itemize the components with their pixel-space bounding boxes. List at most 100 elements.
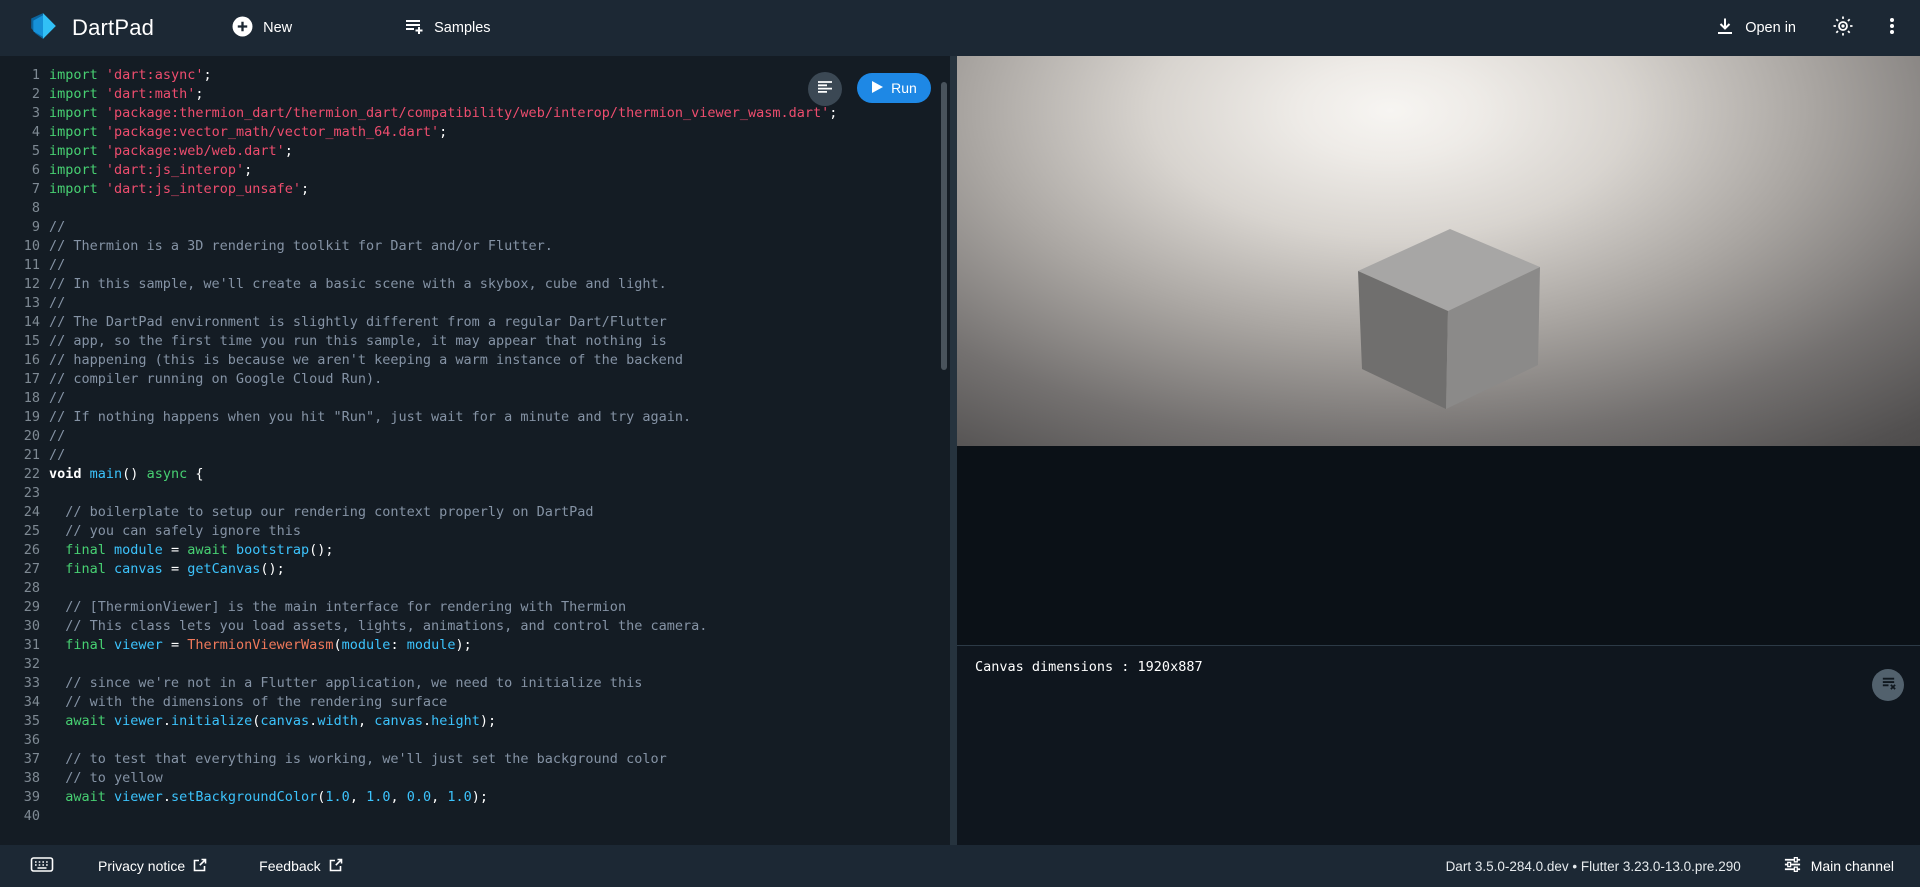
top-bar-right: Open in — [1715, 15, 1902, 42]
line-number: 31 — [0, 636, 40, 655]
line-number: 13 — [0, 294, 40, 313]
code-text: // app, so the first time you run this s… — [49, 332, 667, 351]
bottom-bar-right: Dart 3.5.0-284.0.dev • Flutter 3.23.0-13… — [1446, 855, 1894, 877]
bottom-bar: Privacy notice Feedback Dart 3.5.0-284.0… — [0, 845, 1920, 887]
line-number: 19 — [0, 408, 40, 427]
code-text: // — [49, 218, 65, 237]
channel-label: Main channel — [1811, 858, 1894, 874]
line-number: 7 — [0, 180, 40, 199]
code-text: // boilerplate to setup our rendering co… — [49, 503, 594, 522]
line-number: 9 — [0, 218, 40, 237]
line-number: 1 — [0, 66, 40, 85]
line-number: 29 — [0, 598, 40, 617]
code-text: // to yellow — [49, 769, 163, 788]
code-line: 12// In this sample, we'll create a basi… — [0, 275, 950, 294]
code-line: 30 // This class lets you load assets, l… — [0, 617, 950, 636]
line-number: 37 — [0, 750, 40, 769]
line-number: 23 — [0, 484, 40, 503]
line-number: 24 — [0, 503, 40, 522]
brand: DartPad — [28, 11, 154, 46]
version-text: Dart 3.5.0-284.0.dev • Flutter 3.23.0-13… — [1446, 859, 1741, 874]
overflow-menu-button[interactable] — [1882, 16, 1902, 41]
code-text: void main() async { — [49, 465, 203, 484]
format-align-icon — [816, 78, 834, 101]
line-number: 11 — [0, 256, 40, 275]
line-number: 17 — [0, 370, 40, 389]
line-number: 30 — [0, 617, 40, 636]
code-editor[interactable]: 1import 'dart:async';2import 'dart:math'… — [0, 56, 950, 845]
code-line: 38 // to yellow — [0, 769, 950, 788]
line-number: 32 — [0, 655, 40, 674]
code-line: 23 — [0, 484, 950, 503]
channel-selector-button[interactable]: Main channel — [1783, 855, 1894, 877]
line-number: 20 — [0, 427, 40, 446]
pane-splitter[interactable] — [950, 56, 957, 845]
code-line: 27 final canvas = getCanvas(); — [0, 560, 950, 579]
new-label: New — [263, 20, 292, 36]
code-text: final module = await bootstrap(); — [49, 541, 334, 560]
format-button[interactable] — [808, 72, 842, 106]
code-text: // Thermion is a 3D rendering toolkit fo… — [49, 237, 553, 256]
overflow-dots-icon — [1882, 16, 1902, 41]
line-number: 10 — [0, 237, 40, 256]
run-button[interactable]: Run — [857, 73, 931, 103]
code-line: 22void main() async { — [0, 465, 950, 484]
code-text: final canvas = getCanvas(); — [49, 560, 285, 579]
code-text: // The DartPad environment is slightly d… — [49, 313, 667, 332]
code-line: 24 // boilerplate to setup our rendering… — [0, 503, 950, 522]
output-panel: Canvas dimensions : 1920x887 — [957, 56, 1920, 845]
code-text: // since we're not in a Flutter applicat… — [49, 674, 642, 693]
code-line: 28 — [0, 579, 950, 598]
app-title: DartPad — [72, 15, 154, 41]
line-number: 21 — [0, 446, 40, 465]
code-line: 34 // with the dimensions of the renderi… — [0, 693, 950, 712]
line-number: 35 — [0, 712, 40, 731]
brightness-sun-icon — [1832, 15, 1854, 42]
code-text: // — [49, 427, 65, 446]
clear-console-button[interactable] — [1872, 669, 1904, 701]
line-number: 6 — [0, 161, 40, 180]
code-text: // — [49, 256, 65, 275]
privacy-notice-link[interactable]: Privacy notice — [98, 858, 207, 875]
code-text: // to test that everything is working, w… — [49, 750, 667, 769]
top-bar: DartPad New Samples Op — [0, 0, 1920, 56]
render-viewport[interactable] — [957, 56, 1920, 446]
code-line: 8 — [0, 199, 950, 218]
code-text: final viewer = ThermionViewerWasm(module… — [49, 636, 472, 655]
samples-button[interactable]: Samples — [404, 16, 490, 40]
tune-icon — [1783, 855, 1802, 877]
code-line: 4import 'package:vector_math/vector_math… — [0, 123, 950, 142]
code-text: // happening (this is because we aren't … — [49, 351, 683, 370]
code-line: 9 // — [0, 218, 950, 237]
code-line: 18// — [0, 389, 950, 408]
line-number: 14 — [0, 313, 40, 332]
code-line: 10 // Thermion is a 3D rendering toolkit … — [0, 237, 950, 256]
new-button[interactable]: New — [232, 16, 292, 41]
code-text: // with the dimensions of the rendering … — [49, 693, 447, 712]
code-text: import 'package:web/web.dart'; — [49, 142, 293, 161]
line-number: 33 — [0, 674, 40, 693]
code-text: // If nothing happens when you hit "Run"… — [49, 408, 691, 427]
editor-scrollbar-thumb[interactable] — [941, 82, 947, 370]
code-line: 31 final viewer = ThermionViewerWasm(mod… — [0, 636, 950, 655]
line-number: 39 — [0, 788, 40, 807]
brightness-toggle-button[interactable] — [1832, 15, 1854, 42]
line-number: 5 — [0, 142, 40, 161]
download-icon — [1715, 16, 1735, 40]
line-number: 15 — [0, 332, 40, 351]
code-text: import 'dart:js_interop'; — [49, 161, 252, 180]
feedback-link[interactable]: Feedback — [259, 858, 342, 875]
code-line: 17// compiler running on Google Cloud Ru… — [0, 370, 950, 389]
code-line: 20 // — [0, 427, 950, 446]
line-number: 28 — [0, 579, 40, 598]
line-number: 16 — [0, 351, 40, 370]
code-text: // — [49, 294, 65, 313]
line-number: 36 — [0, 731, 40, 750]
code-text: import 'dart:async'; — [49, 66, 212, 85]
open-in-button[interactable]: Open in — [1715, 16, 1796, 40]
code-line: 32 — [0, 655, 950, 674]
code-text: import 'dart:math'; — [49, 85, 203, 104]
line-number: 12 — [0, 275, 40, 294]
line-number: 18 — [0, 389, 40, 408]
keyboard-shortcuts-button[interactable] — [30, 854, 54, 879]
